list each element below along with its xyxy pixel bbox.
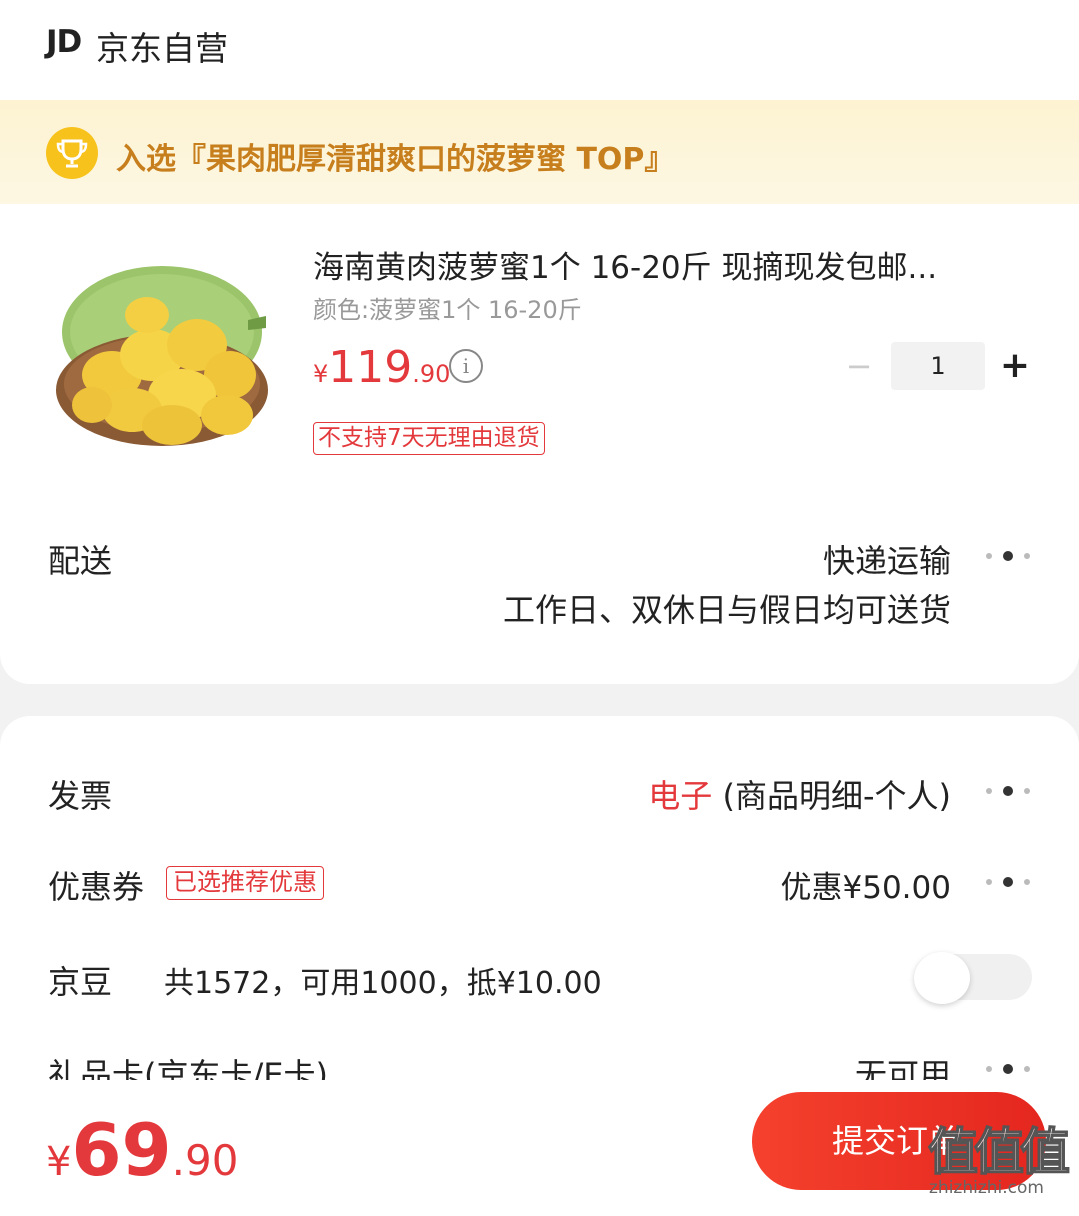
- total-symbol: ¥: [46, 1139, 72, 1185]
- invoice-type: 电子: [648, 777, 713, 815]
- coupon-value[interactable]: 优惠¥50.00: [781, 862, 951, 907]
- coupon-label: 优惠券: [48, 868, 145, 906]
- product-title[interactable]: 海南黄肉菠萝蜜1个 16-20斤 现摘现发包邮...: [313, 242, 937, 287]
- product-image[interactable]: [52, 260, 272, 460]
- coupon-tag: 已选推荐优惠: [166, 866, 324, 900]
- invoice-detail: (商品明细-个人): [712, 777, 951, 815]
- toggle-knob: [914, 952, 970, 1004]
- product-price: ¥119.90: [313, 342, 450, 393]
- jingdou-toggle[interactable]: [914, 952, 1032, 1004]
- price-decimal: .90: [412, 360, 451, 388]
- total-decimal: .90: [171, 1136, 239, 1185]
- return-policy-badge: 不支持7天无理由退货: [313, 422, 545, 455]
- trophy-icon: [46, 127, 98, 179]
- delivery-more-icon[interactable]: [986, 551, 1032, 563]
- price-symbol: ¥: [313, 360, 329, 388]
- product-spec: 颜色:菠萝蜜1个 16-20斤: [313, 296, 582, 324]
- delivery-method[interactable]: 快递运输: [823, 536, 951, 582]
- page-header: JD 京东自营: [0, 0, 1079, 100]
- watermark-logo: 值值值: [927, 1122, 1071, 1182]
- delivery-label: 配送: [48, 542, 113, 580]
- jd-logo: JD: [46, 24, 82, 60]
- giftcard-more-icon[interactable]: [986, 1064, 1032, 1076]
- delivery-note: 工作日、双休日与假日均可送货: [502, 591, 951, 629]
- quantity-input[interactable]: 1: [891, 342, 985, 390]
- invoice-value[interactable]: 电子 (商品明细-个人): [648, 771, 951, 817]
- jingdou-label: 京豆: [48, 963, 113, 1001]
- watermark-url: zhizhizhi.com: [929, 1178, 1044, 1198]
- store-title: 京东自营: [96, 29, 228, 68]
- info-icon[interactable]: i: [449, 349, 483, 383]
- order-total: ¥69.90: [46, 1108, 238, 1192]
- increase-quantity-button[interactable]: +: [998, 346, 1032, 386]
- decrease-quantity-button[interactable]: −: [845, 350, 873, 382]
- total-integer: 69: [71, 1108, 172, 1192]
- invoice-more-icon[interactable]: [986, 786, 1032, 798]
- jingdou-text: 共1572，可用1000，抵¥10.00: [164, 966, 602, 1001]
- invoice-label: 发票: [48, 777, 113, 815]
- price-integer: 119: [328, 342, 413, 393]
- coupon-more-icon[interactable]: [986, 877, 1032, 889]
- banner-text: 入选『果肉肥厚清甜爽口的菠萝蜜 TOP』: [116, 142, 675, 177]
